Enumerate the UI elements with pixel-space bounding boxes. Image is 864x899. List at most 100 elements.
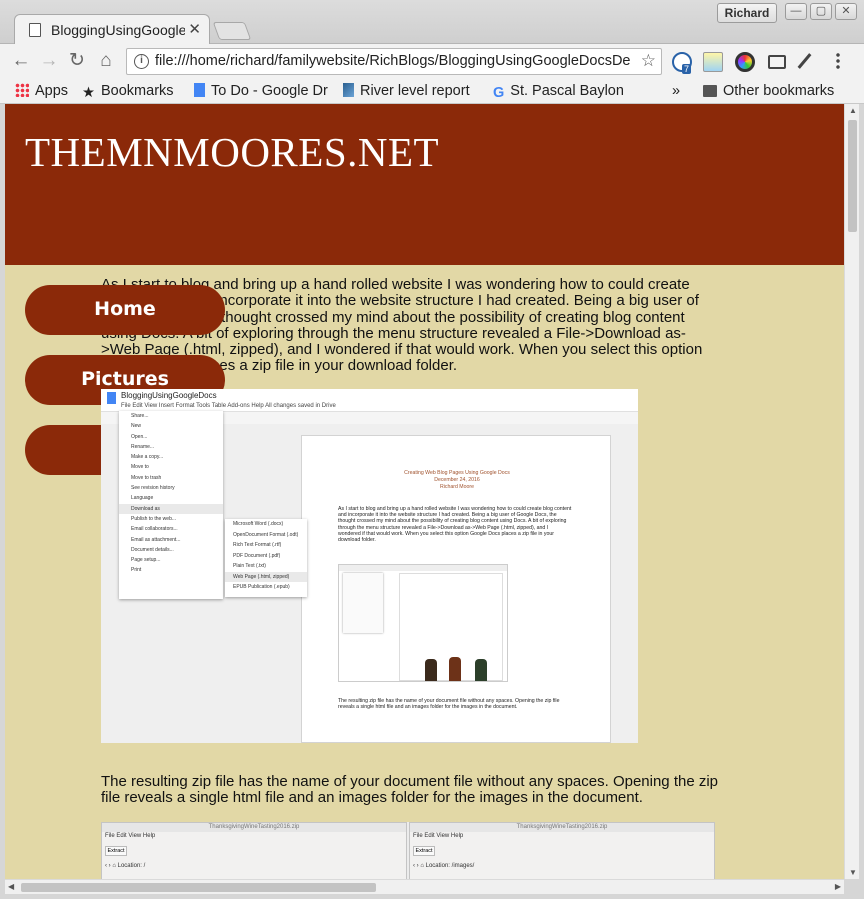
location-label-right: Location: bbox=[425, 863, 450, 869]
extension-icon[interactable]: 7 bbox=[672, 52, 692, 74]
menu-download-as: Download as bbox=[119, 503, 223, 514]
nested-screenshot bbox=[338, 564, 508, 682]
scroll-left-arrow-icon[interactable]: ◀ bbox=[8, 882, 14, 891]
apps-grid-icon bbox=[15, 83, 29, 97]
archive-title-right: ThanksgivingWineTasting2016.zip bbox=[410, 823, 714, 832]
folder-icon bbox=[703, 85, 717, 97]
extract-button-left: Extract bbox=[105, 846, 127, 856]
page-icon bbox=[29, 23, 41, 37]
menu-move-trash: Move to trash bbox=[131, 474, 162, 481]
info-icon[interactable]: i bbox=[134, 54, 149, 69]
archive-menu-right: File Edit View Help bbox=[413, 833, 464, 839]
horizontal-scroll-thumb[interactable] bbox=[21, 883, 376, 892]
window-titlebar: BloggingUsingGoogleDocsDe ✕ Richard — ▢ … bbox=[0, 0, 864, 45]
back-icon[interactable]: ← bbox=[9, 49, 33, 73]
menu-new: New bbox=[131, 423, 142, 430]
bookmark-star-icon[interactable]: ☆ bbox=[641, 51, 656, 71]
menu-email-attach: Email as attachment... bbox=[131, 536, 181, 543]
menu-email-collab: Email collaborators... bbox=[131, 526, 178, 533]
menu-page-setup: Page setup... bbox=[131, 557, 161, 564]
menu-print: Print bbox=[131, 567, 142, 574]
bookmarks-bar: Apps ★ Bookmarks To Do - Google Dr River … bbox=[0, 78, 864, 104]
address-bar[interactable]: i file:///home/richard/familywebsite/Ric… bbox=[126, 48, 662, 75]
download-epub: EPUB Publication (.epub) bbox=[233, 584, 290, 590]
file-menu-dropdown: Share... New Open... Rename... Make a co… bbox=[119, 411, 223, 599]
vertical-scrollbar[interactable]: ▲ ▼ bbox=[844, 104, 859, 879]
page-viewport: THEMNMOORES.NET As I start to blog and b… bbox=[5, 104, 844, 879]
doc-heading: Creating Web Blog Pages Using Google Doc… bbox=[404, 470, 510, 476]
river-icon bbox=[343, 83, 354, 97]
site-header: THEMNMOORES.NET bbox=[5, 104, 844, 265]
cast-icon[interactable] bbox=[768, 55, 786, 69]
location-bar-left: ‹ › ⌂ Location: / bbox=[105, 863, 146, 869]
location-path-left: / bbox=[143, 863, 146, 869]
menu-rename: Rename... bbox=[131, 443, 155, 450]
bookmarks-overflow-button[interactable]: » bbox=[672, 81, 686, 101]
archive-title-left: ThanksgivingWineTasting2016.zip bbox=[102, 823, 406, 832]
scroll-right-arrow-icon[interactable]: ▶ bbox=[835, 882, 841, 891]
browser-toolbar: ← → ↻ ⌂ i file:///home/richard/familyweb… bbox=[0, 44, 864, 78]
download-docx: Microsoft Word (.docx) bbox=[233, 521, 284, 527]
doc-page: Creating Web Blog Pages Using Google Doc… bbox=[301, 435, 611, 743]
doc-paragraph-2: The resulting zip file has the name of y… bbox=[338, 698, 560, 711]
location-bar-right: ‹ › ⌂ Location: /images/ bbox=[413, 863, 475, 869]
location-label-left: Location: bbox=[117, 863, 142, 869]
download-odt: OpenDocument Format (.odt) bbox=[233, 531, 299, 538]
nav-home-button[interactable]: Home bbox=[25, 285, 225, 335]
google-docs-icon bbox=[107, 392, 116, 404]
menu-move-to: Move to bbox=[131, 464, 149, 471]
river-level-bookmark[interactable]: River level report bbox=[343, 81, 481, 101]
doc-author: Richard Moore bbox=[439, 484, 475, 490]
doc-date: December 24, 2016 bbox=[434, 477, 480, 483]
menu-publish: Publish to the web... bbox=[131, 515, 177, 522]
st-pascal-bookmark[interactable]: G St. Pascal Baylon bbox=[493, 81, 633, 101]
menu-open: Open... bbox=[131, 433, 148, 440]
google-icon: G bbox=[493, 85, 505, 101]
todo-bookmark[interactable]: To Do - Google Dr bbox=[194, 81, 332, 101]
other-bookmarks-folder[interactable]: Other bookmarks bbox=[703, 81, 853, 101]
download-rtf: Rich Text Format (.rtf) bbox=[233, 542, 282, 548]
eyedropper-icon[interactable] bbox=[797, 52, 820, 72]
menu-revision: See revision history bbox=[131, 485, 175, 492]
vertical-scroll-thumb[interactable] bbox=[848, 120, 857, 232]
weather-extension-icon[interactable] bbox=[703, 52, 723, 72]
chrome-menu-icon[interactable] bbox=[836, 52, 840, 70]
archive-pane-left: ThanksgivingWineTasting2016.zip File Edi… bbox=[101, 822, 407, 879]
close-window-button[interactable]: ✕ bbox=[835, 3, 857, 20]
close-tab-icon[interactable]: ✕ bbox=[188, 20, 201, 38]
profile-button[interactable]: Richard bbox=[717, 3, 777, 23]
site-title: THEMNMOORES.NET bbox=[25, 129, 440, 175]
bookmarks-bookmark[interactable]: ★ Bookmarks bbox=[82, 81, 187, 101]
archive-manager-screenshot: ThanksgivingWineTasting2016.zip File Edi… bbox=[101, 822, 715, 879]
download-pdf: PDF Document (.pdf) bbox=[233, 552, 281, 559]
menu-make-copy: Make a copy... bbox=[131, 454, 164, 461]
archive-menu-left: File Edit View Help bbox=[105, 833, 156, 839]
doc-title: BloggingUsingGoogleDocs bbox=[121, 391, 217, 400]
horizontal-scrollbar[interactable]: ◀ ▶ bbox=[5, 879, 844, 894]
home-icon[interactable]: ⌂ bbox=[94, 49, 118, 73]
menu-details: Document details... bbox=[131, 546, 174, 553]
minimize-button[interactable]: — bbox=[785, 3, 807, 20]
reload-icon[interactable]: ↻ bbox=[65, 49, 89, 73]
url-text[interactable]: file:///home/richard/familywebsite/RichB… bbox=[155, 53, 635, 69]
docs-menu-bar: File Edit View Insert Format Tools Table… bbox=[121, 403, 336, 409]
star-icon: ★ bbox=[82, 85, 95, 101]
blog-paragraph-2: The resulting zip file has the name of y… bbox=[101, 773, 719, 807]
download-txt: Plain Text (.txt) bbox=[233, 563, 266, 569]
color-extension-icon[interactable] bbox=[735, 52, 755, 72]
doc-paragraph: As I start to blog and bring up a hand r… bbox=[338, 506, 572, 544]
maximize-button[interactable]: ▢ bbox=[810, 3, 832, 20]
download-as-submenu: Microsoft Word (.docx) OpenDocument Form… bbox=[225, 519, 307, 597]
apps-bookmark[interactable]: Apps bbox=[15, 81, 80, 101]
new-tab-button[interactable] bbox=[212, 22, 252, 40]
tab-title: BloggingUsingGoogleDocsDe bbox=[51, 22, 185, 38]
browser-tab[interactable]: BloggingUsingGoogleDocsDe ✕ bbox=[14, 14, 210, 45]
download-html-zipped: Web Page (.html, zipped) bbox=[225, 571, 307, 582]
scroll-up-arrow-icon[interactable]: ▲ bbox=[849, 106, 857, 115]
archive-pane-right: ThanksgivingWineTasting2016.zip File Edi… bbox=[409, 822, 715, 879]
menu-language: Language bbox=[131, 495, 154, 502]
scroll-down-arrow-icon[interactable]: ▼ bbox=[849, 868, 857, 877]
forward-icon[interactable]: → bbox=[37, 49, 61, 73]
extension-badge: 7 bbox=[682, 64, 692, 74]
google-docs-screenshot: BloggingUsingGoogleDocs File Edit View I… bbox=[101, 389, 638, 743]
